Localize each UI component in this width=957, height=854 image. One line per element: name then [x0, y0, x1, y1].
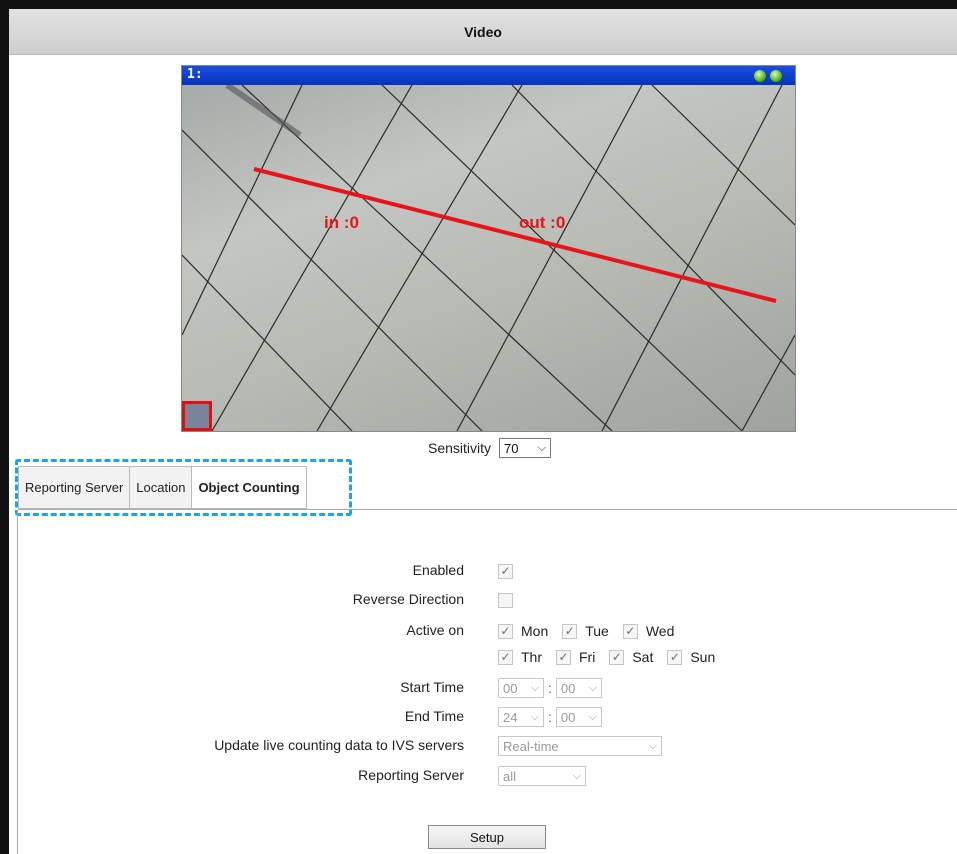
- time-separator: :: [548, 709, 552, 725]
- day-checkbox[interactable]: ✓: [498, 623, 513, 639]
- reverse-direction-checkbox[interactable]: [498, 592, 513, 608]
- tab-label: Object Counting: [198, 480, 300, 495]
- day-fri[interactable]: ✓ Fri: [556, 649, 595, 665]
- start-time-label: Start Time: [400, 679, 464, 695]
- reverse-direction-row: Reverse Direction: [18, 587, 957, 613]
- sensitivity-select[interactable]: 70 ⌵: [499, 438, 552, 458]
- enabled-checkbox[interactable]: ✓: [498, 563, 513, 579]
- chevron-down-icon: ⌵: [530, 681, 539, 694]
- time-separator: :: [548, 680, 552, 696]
- channel-label: 1:: [187, 67, 203, 82]
- tab-divider: [18, 509, 957, 510]
- day-checkbox[interactable]: ✓: [609, 649, 625, 665]
- active-on-row: Active on ✓ Mon ✓ Tue ✓ Wed: [18, 618, 957, 644]
- day-label: Wed: [645, 623, 675, 639]
- active-on-row-2: ✓ Thr ✓ Fri ✓ Sat ✓ Sun: [18, 644, 957, 670]
- window-border-left: [0, 0, 9, 854]
- start-minute-select[interactable]: 00 ⌵: [555, 678, 602, 698]
- reporting-server-select[interactable]: all ⌵: [498, 766, 586, 786]
- select-value: Real-time: [503, 738, 559, 754]
- chevron-down-icon: ⌵: [530, 710, 539, 723]
- start-hour-select[interactable]: 00 ⌵: [498, 678, 544, 698]
- enabled-label: Enabled: [412, 562, 464, 578]
- video-section-header: Video: [9, 9, 957, 55]
- tab-label: Reporting Server: [25, 480, 124, 495]
- active-on-label: Active on: [406, 622, 464, 638]
- end-time-row: End Time 24 ⌵ : 00 ⌵: [18, 704, 957, 730]
- section-title: Video: [464, 23, 502, 40]
- tab-label: Location: [136, 480, 186, 495]
- select-value: 00: [560, 709, 576, 725]
- start-time-row: Start Time 00 ⌵ : 00 ⌵: [18, 675, 957, 701]
- day-checkbox[interactable]: ✓: [556, 649, 571, 665]
- enabled-row: Enabled ✓: [18, 558, 957, 584]
- chevron-down-icon: ⌵: [572, 769, 581, 782]
- tab-object-counting[interactable]: Object Counting: [192, 466, 307, 509]
- tab-location[interactable]: Location: [130, 466, 193, 509]
- sensitivity-control: Sensitivity 70 ⌵: [428, 438, 552, 458]
- select-value: 24: [503, 709, 518, 725]
- day-checkbox[interactable]: ✓: [667, 649, 683, 665]
- chevron-down-icon: ⌵: [588, 681, 597, 694]
- day-label: Sun: [690, 649, 716, 665]
- status-green-icon: [770, 70, 782, 82]
- select-value: all: [503, 768, 517, 784]
- select-value: 00: [503, 680, 518, 696]
- region-marker[interactable]: [182, 401, 212, 431]
- day-label: Fri: [579, 649, 596, 665]
- chevron-down-icon: ⌵: [588, 710, 597, 723]
- day-thr[interactable]: ✓ Thr: [498, 649, 542, 665]
- window-border-top: [0, 0, 957, 9]
- day-wed[interactable]: ✓ Wed: [622, 623, 675, 639]
- day-checkbox[interactable]: ✓: [498, 649, 513, 665]
- day-mon[interactable]: ✓ Mon: [498, 623, 548, 639]
- day-label: Thr: [521, 649, 542, 665]
- setup-button[interactable]: Setup: [428, 825, 546, 849]
- reverse-direction-label: Reverse Direction: [352, 591, 464, 607]
- day-checkbox[interactable]: ✓: [562, 623, 578, 639]
- day-label: Mon: [521, 623, 549, 639]
- reporting-server-label: Reporting Server: [358, 767, 464, 783]
- chevron-down-icon: ⌵: [537, 441, 547, 454]
- end-minute-select[interactable]: 00 ⌵: [555, 707, 602, 727]
- in-count-label: in :0: [324, 213, 359, 232]
- video-viewer[interactable]: 1: in:0 out:0: [181, 65, 796, 432]
- day-tue[interactable]: ✓ Tue: [562, 623, 609, 639]
- update-live-row: Update live counting data to IVS servers…: [18, 733, 957, 759]
- status-green-icon: [754, 70, 766, 82]
- reporting-server-row: Reporting Server all ⌵: [18, 763, 957, 789]
- day-sun[interactable]: ✓ Sun: [667, 649, 715, 665]
- update-live-label: Update live counting data to IVS servers: [214, 737, 464, 753]
- camera-feed[interactable]: in :0 out :0: [182, 85, 795, 431]
- select-value: 00: [560, 680, 576, 696]
- sensitivity-label: Sensitivity: [428, 440, 492, 456]
- chevron-down-icon: ⌵: [648, 739, 657, 752]
- end-hour-select[interactable]: 24 ⌵: [498, 707, 544, 727]
- tab-reporting-server[interactable]: Reporting Server: [18, 466, 131, 509]
- day-sat[interactable]: ✓ Sat: [609, 649, 653, 665]
- day-checkbox[interactable]: ✓: [622, 623, 638, 639]
- end-time-label: End Time: [404, 708, 464, 724]
- update-live-select[interactable]: Real-time ⌵: [498, 736, 662, 756]
- video-title-bar: 1:: [182, 66, 795, 85]
- tab-bar: Reporting Server Location Object Countin…: [18, 466, 307, 509]
- day-label: Sat: [632, 649, 654, 665]
- out-count-label: out :0: [519, 213, 566, 232]
- day-label: Tue: [585, 623, 609, 639]
- floor-grid: [182, 85, 795, 431]
- sensitivity-value: 70: [504, 440, 519, 456]
- app-frame: Video 1: in:0 out:0 Sensitivity 70 ⌵ R…: [0, 0, 957, 854]
